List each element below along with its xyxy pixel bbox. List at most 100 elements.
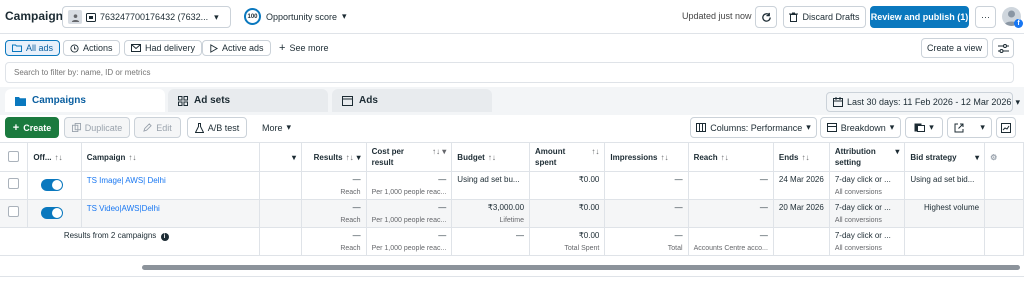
header-amount-spent[interactable]: Amount ↑↓ spent [529,142,606,172]
cpr-value: — [438,203,447,212]
columns-button[interactable]: Columns: Performance ▾ [690,117,817,138]
summary-impressions-cell: — Total [604,227,689,256]
header-off-on[interactable]: Off... ↑↓ [27,142,82,172]
summary-cpr-sub: Per 1,000 people reac... [371,245,447,252]
score-badge: 100 [244,8,261,25]
campaign-name[interactable]: TS Image| AWS| Delhi [81,171,261,200]
filter-active-ads[interactable]: Active ads [202,40,271,56]
account-selector[interactable]: 763247700176432 (7632... ▾ [62,6,231,28]
sliders-icon [997,43,1009,53]
create-view-button[interactable]: Create a view [921,38,988,58]
cpr-sub: Per 1,000 people reac... [371,189,447,196]
tab-campaigns-label: Campaigns [32,95,86,106]
facebook-badge-icon: f [1014,19,1023,28]
actions-icon [70,43,79,53]
campaign-name-link[interactable]: TS Image| AWS| Delhi [87,176,166,185]
chevron-down-icon: ▾ [214,11,219,22]
edit-button[interactable]: Edit [134,117,181,138]
filter-settings-button[interactable] [992,38,1014,58]
header-ends[interactable]: Ends ↑↓ [773,142,830,172]
grid-icon [178,95,188,106]
bottom-divider [0,276,1024,277]
more-menu-label: More [262,122,283,133]
filter-all-ads[interactable]: All ads [5,40,61,56]
folder-icon [12,44,22,52]
refresh-button[interactable] [755,6,777,28]
export-button[interactable]: ▾ [947,117,992,138]
chevron-down-icon: ▾ [286,122,292,132]
horizontal-scrollbar[interactable] [142,265,1020,270]
filter-actions[interactable]: Actions [63,40,120,56]
header-campaign[interactable]: Campaign ↑↓ [81,142,261,172]
reports-icon [914,123,926,132]
select-all-checkbox[interactable] [8,150,19,162]
header-bid-strategy[interactable]: Bid strategy ▾ [904,142,986,172]
discard-drafts-label: Discard Drafts [802,12,860,22]
search-input[interactable] [6,63,1013,82]
header-cpr-label: Cost per [371,147,405,156]
header-add-column[interactable]: ⚙ [984,142,1024,172]
tab-ads-label: Ads [359,95,378,106]
summary-reach: — [759,231,768,240]
opportunity-score[interactable]: 100 Opportunity score ▾ [244,8,347,25]
see-more-button[interactable]: + See more [279,42,328,54]
account-label: 763247700176432 (7632... [100,12,209,22]
reach-cell: — [688,199,774,228]
charts-button[interactable] [996,117,1016,138]
header-reach[interactable]: Reach ↑↓ [688,142,774,172]
bid-value: Highest volume [923,203,980,212]
tab-ads[interactable]: Ads [332,89,492,112]
tab-ad-sets[interactable]: Ad sets [168,89,328,112]
breakdown-button[interactable]: Breakdown ▾ [820,117,901,138]
date-range-picker[interactable]: Last 30 days: 11 Feb 2026 - 12 Mar 2026 … [826,92,1020,112]
review-publish-label: Review and publish (1) [870,12,969,22]
review-publish-button[interactable]: Review and publish (1) [870,6,969,28]
summary-row: Results from 2 campaigns i — Reach — Per 1… [0,227,1024,256]
more-menu-button[interactable]: More ▾ [262,122,291,133]
campaign-toggle[interactable] [41,179,64,191]
sort-icon: ↑↓ ▾ [432,147,447,156]
header-results[interactable]: Results ↑↓ ▾ [301,142,367,172]
header-cost-per-result[interactable]: Cost per ↑↓ ▾ result [366,142,453,172]
cpr-sub: Per 1,000 people reac... [371,217,447,224]
spent-value: ₹0.00 [578,175,600,184]
table-row[interactable]: TS Image| AWS| Delhi — Reach — Per 1,000 p… [0,171,1024,200]
sort-icon: ↑↓ [591,147,600,156]
chevron-down-icon: ▾ [975,152,980,162]
reports-button[interactable]: ▾ [905,117,943,138]
header-column-menu[interactable]: ▾ [259,142,302,172]
info-icon[interactable]: i [160,233,169,241]
ab-test-button[interactable]: A/B test [187,117,247,138]
row-toggle-cell [27,199,82,228]
chevron-down-icon: ▾ [980,122,985,132]
header-results-label: Results [313,152,343,162]
tab-campaigns[interactable]: Campaigns [5,89,165,112]
sort-icon: ↑↓ [720,152,729,162]
duplicate-button[interactable]: Duplicate [64,117,130,138]
search-bar[interactable] [5,62,1014,83]
table-header-row: Off... ↑↓ Campaign ↑↓ ▾ Results ↑↓ ▾ Cost pe… [0,142,1024,172]
summary-budget: — [516,231,525,240]
row-checkbox[interactable] [8,206,19,217]
more-options-button[interactable]: ··· [975,6,996,28]
row-checkbox[interactable] [8,178,19,189]
create-button[interactable]: + Create [5,117,59,138]
discard-drafts-button[interactable]: Discard Drafts [783,6,866,28]
campaign-name[interactable]: TS Video|AWS|Delhi [81,199,261,228]
campaigns-table: Off... ↑↓ Campaign ↑↓ ▾ Results ↑↓ ▾ Cost pe… [0,142,1024,256]
ends-value: 24 Mar 2026 [778,175,824,184]
budget-sub: Lifetime [499,217,525,224]
summary-empty [259,227,302,256]
table-row[interactable]: TS Video|AWS|Delhi — Reach — Per 1,000 peo… [0,199,1024,228]
select-all-cell [0,142,29,172]
campaign-name-link[interactable]: TS Video|AWS|Delhi [87,204,160,213]
sort-icon: ↑↓ [801,152,810,162]
header-budget[interactable]: Budget ↑↓ [451,142,531,172]
ends-cell: 24 Mar 2026 [773,171,830,200]
campaign-toggle[interactable] [41,207,64,219]
spent-value: ₹0.00 [578,203,600,212]
filter-had-delivery[interactable]: Had delivery [124,40,203,56]
header-impressions[interactable]: Impressions ↑↓ [604,142,689,172]
header-attribution[interactable]: Attribution ▾ setting [829,142,906,172]
duplicate-icon [71,123,81,132]
